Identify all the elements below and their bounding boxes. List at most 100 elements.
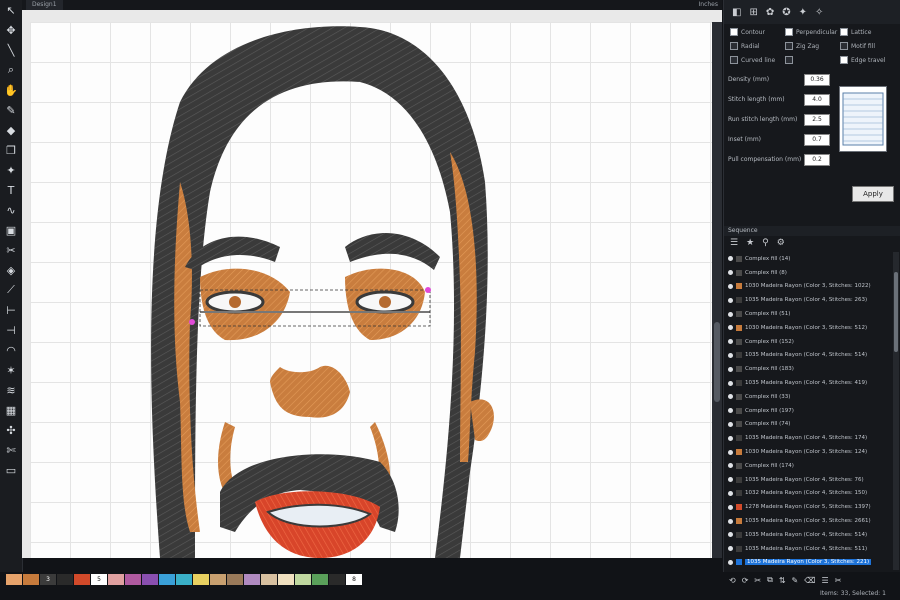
sequence-tool-3[interactable]: ⚙ [777, 238, 785, 248]
field-input-2[interactable]: 2.5 [804, 114, 830, 126]
sequence-row[interactable]: 1035 Madeira Rayon (Color 4, Stitches: 5… [724, 542, 900, 556]
pan-icon[interactable]: ✋ [0, 80, 22, 100]
palette-swatch-5[interactable]: 5 [91, 573, 107, 585]
palette-swatch-16[interactable] [278, 573, 294, 585]
palette-swatch-11[interactable] [193, 573, 209, 585]
eye-icon[interactable] [728, 504, 733, 510]
sequence-tool-0[interactable]: ☰ [730, 238, 738, 248]
option-checkbox[interactable] [785, 56, 793, 64]
apply-button[interactable]: Apply [852, 186, 894, 202]
sequence-scroll-thumb[interactable] [894, 272, 898, 352]
knife-icon[interactable]: ⟋ [0, 280, 22, 300]
eye-icon[interactable] [728, 270, 733, 276]
eye-icon[interactable] [728, 518, 733, 524]
sequence-row[interactable]: Complex fill (33) [724, 390, 900, 404]
option-1[interactable]: Perpendicular [785, 28, 840, 36]
star-icon[interactable]: ✶ [0, 360, 22, 380]
copy-icon[interactable]: ❐ [0, 140, 22, 160]
option-4[interactable]: Zig Zag [785, 42, 840, 50]
sequence-row[interactable]: Complex fill (153) [724, 569, 900, 570]
option-checkbox[interactable] [840, 56, 848, 64]
eye-icon[interactable] [728, 339, 733, 345]
eye-icon[interactable] [728, 463, 733, 469]
eye-icon[interactable] [728, 435, 733, 441]
palette-swatch-8[interactable] [142, 573, 158, 585]
design-canvas[interactable] [30, 22, 722, 558]
eye-icon[interactable] [728, 394, 733, 400]
option-5[interactable]: Motif fill [840, 42, 895, 50]
action-icon-4[interactable]: ⇅ [779, 576, 786, 585]
tab-design1[interactable]: Design1 [26, 0, 63, 10]
field-input-0[interactable]: 0.36 [804, 74, 830, 86]
property-tab-4[interactable]: ✦ [799, 7, 807, 18]
sequence-row[interactable]: 1035 Madeira Rayon (Color 4, Stitches: 7… [724, 473, 900, 487]
cut-icon[interactable]: ✂ [0, 240, 22, 260]
select-icon[interactable]: ↖ [0, 0, 22, 20]
option-0[interactable]: Contour [730, 28, 785, 36]
palette-swatch-13[interactable] [227, 573, 243, 585]
option-checkbox[interactable] [840, 28, 848, 36]
action-icon-7[interactable]: ☰ [822, 576, 829, 585]
eye-icon[interactable] [728, 449, 733, 455]
palette-swatch-9[interactable] [159, 573, 175, 585]
property-tab-0[interactable]: ◧ [732, 7, 741, 18]
palette-swatch-0[interactable] [6, 573, 22, 585]
action-icon-3[interactable]: ⧉ [767, 575, 773, 585]
eye-icon[interactable] [728, 256, 733, 262]
sequence-row[interactable]: Complex fill (152) [724, 335, 900, 349]
eye-icon[interactable] [728, 325, 733, 331]
path-icon[interactable]: ∿ [0, 200, 22, 220]
property-tab-3[interactable]: ✪ [782, 7, 790, 18]
palette-swatch-14[interactable] [244, 573, 260, 585]
sequence-row[interactable]: 1278 Madeira Rayon (Color 5, Stitches: 1… [724, 500, 900, 514]
palette-swatch-3[interactable] [57, 573, 73, 585]
action-icon-0[interactable]: ⟲ [729, 576, 736, 585]
sequence-scrollbar[interactable] [893, 252, 899, 570]
shape-icon[interactable]: ▣ [0, 220, 22, 240]
eye-icon[interactable] [728, 311, 733, 317]
palette-swatch-19[interactable] [329, 573, 345, 585]
eye-icon[interactable] [728, 559, 733, 565]
sequence-row[interactable]: 1030 Madeira Rayon (Color 3, Stitches: 1… [724, 445, 900, 459]
sequence-row[interactable]: Complex fill (74) [724, 418, 900, 432]
palette-swatch-10[interactable] [176, 573, 192, 585]
option-6[interactable]: Curved line [730, 56, 785, 64]
option-8[interactable]: Edge travel [840, 56, 895, 64]
option-checkbox[interactable] [730, 42, 738, 50]
sequence-row[interactable]: 1035 Madeira Rayon (Color 4, Stitches: 1… [724, 431, 900, 445]
action-icon-8[interactable]: ✂ [835, 576, 842, 585]
palette-swatch-20[interactable]: 8 [346, 573, 362, 585]
sequence-row[interactable]: Complex fill (197) [724, 404, 900, 418]
edit-points-icon[interactable]: ✥ [0, 20, 22, 40]
field-input-3[interactable]: 0.7 [804, 134, 830, 146]
sequence-tool-2[interactable]: ⚲ [762, 238, 769, 248]
property-tab-1[interactable]: ⊞ [749, 7, 757, 18]
option-checkbox[interactable] [785, 42, 793, 50]
palette-swatch-2[interactable]: 3 [40, 573, 56, 585]
canvas-scrollbar[interactable] [712, 22, 722, 558]
scissors-icon[interactable]: ✄ [0, 440, 22, 460]
option-7[interactable] [785, 56, 840, 64]
property-tab-5[interactable]: ✧ [815, 7, 823, 18]
option-checkbox[interactable] [730, 56, 738, 64]
sequence-row[interactable]: Complex fill (51) [724, 307, 900, 321]
sequence-row[interactable]: 1035 Madeira Rayon (Color 3, Stitches: 2… [724, 514, 900, 528]
eye-icon[interactable] [728, 532, 733, 538]
sequence-row[interactable]: 1030 Madeira Rayon (Color 3, Stitches: 1… [724, 280, 900, 294]
sequence-row[interactable]: 1035 Madeira Rayon (Color 4, Stitches: 5… [724, 528, 900, 542]
eye-icon[interactable] [728, 352, 733, 358]
split-icon[interactable]: ⊣ [0, 320, 22, 340]
action-icon-5[interactable]: ✎ [792, 576, 799, 585]
action-icon-2[interactable]: ✂ [754, 576, 761, 585]
option-checkbox[interactable] [785, 28, 793, 36]
sequence-row[interactable]: Complex fill (183) [724, 362, 900, 376]
move-icon[interactable]: ✣ [0, 420, 22, 440]
action-icon-1[interactable]: ⟳ [742, 576, 749, 585]
arc-icon[interactable]: ◠ [0, 340, 22, 360]
field-input-1[interactable]: 4.0 [804, 94, 830, 106]
eye-icon[interactable] [728, 297, 733, 303]
eye-icon[interactable] [728, 366, 733, 372]
satin-icon[interactable]: ≋ [0, 380, 22, 400]
sequence-row[interactable]: 1030 Madeira Rayon (Color 3, Stitches: 5… [724, 321, 900, 335]
sequence-row[interactable]: 1035 Madeira Rayon (Color 4, Stitches: 4… [724, 376, 900, 390]
